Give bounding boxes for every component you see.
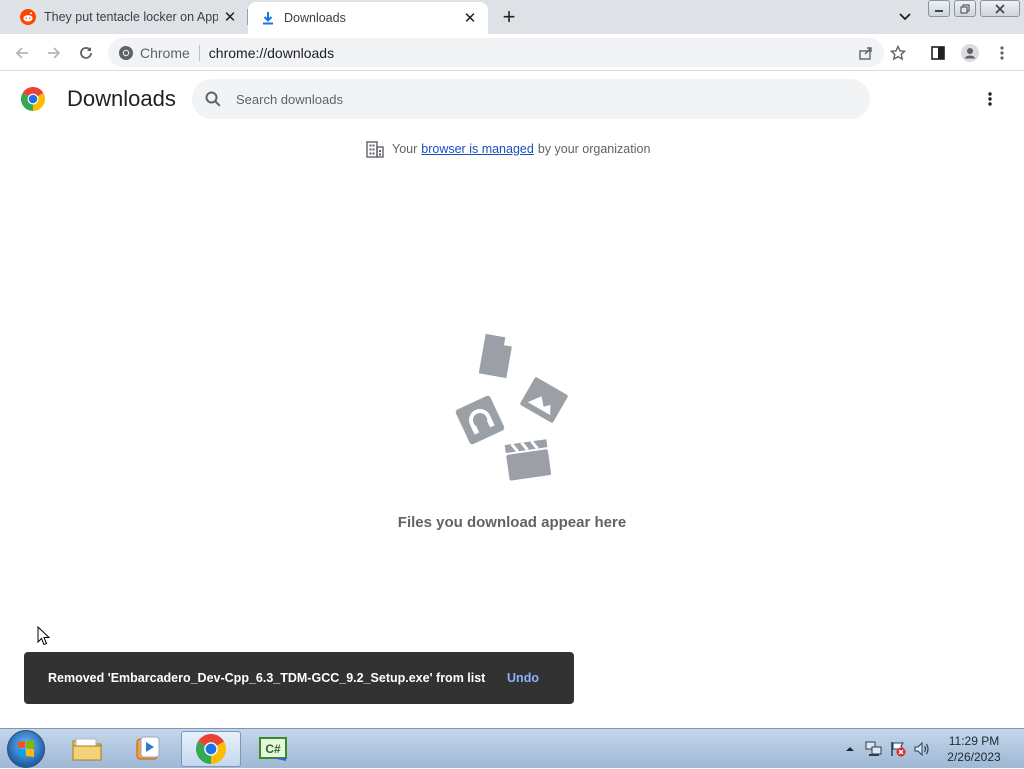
page-title: Downloads: [67, 86, 176, 111]
url-text: chrome://downloads: [208, 44, 335, 61]
network-icon[interactable]: [864, 739, 884, 759]
chrome-menu-icon[interactable]: [988, 39, 1016, 67]
managed-prefix: Your: [392, 142, 418, 156]
chrome-logo-icon: [20, 86, 46, 111]
clock-time: 11:29 PM: [948, 734, 1000, 748]
new-tab-button[interactable]: +: [496, 4, 522, 29]
search-downloads-box[interactable]: [192, 79, 870, 119]
bookmark-star-icon[interactable]: [884, 39, 912, 67]
file-explorer-icon[interactable]: [57, 731, 117, 767]
restore-button[interactable]: [954, 0, 976, 17]
address-bar[interactable]: Chrome chrome://downloads: [108, 38, 884, 67]
action-center-flag-icon[interactable]: [888, 739, 908, 759]
site-label: Chrome: [140, 44, 190, 61]
minimize-button[interactable]: [928, 0, 950, 17]
downloads-menu-icon[interactable]: [978, 87, 1002, 111]
media-player-icon[interactable]: [118, 731, 178, 767]
csharp-ide-icon[interactable]: C#: [243, 731, 303, 767]
empty-state-message: Files you download appear here: [397, 514, 627, 531]
tab-close-icon[interactable]: ✕: [218, 5, 242, 29]
tab-reddit[interactable]: They put tentacle locker on App ✕: [8, 0, 248, 34]
toast-message: Removed 'Embarcadero_Dev-Cpp_6.3_TDM-GCC…: [48, 671, 486, 685]
download-icon: [260, 10, 276, 26]
tab-strip: They put tentacle locker on App ✕ Downlo…: [0, 0, 1024, 34]
close-window-button[interactable]: [980, 0, 1020, 17]
system-tray: [840, 729, 936, 769]
mouse-cursor-icon: [37, 625, 51, 646]
reddit-icon: [20, 9, 36, 25]
start-button[interactable]: [7, 730, 45, 768]
share-icon[interactable]: [852, 39, 880, 67]
side-panel-icon[interactable]: [924, 39, 952, 67]
tab-title: They put tentacle locker on App: [44, 10, 218, 24]
managed-suffix: by your organization: [537, 142, 651, 156]
tab-close-icon[interactable]: ✕: [458, 6, 482, 30]
downloads-header: Downloads: [0, 72, 1024, 126]
undo-button[interactable]: Undo: [492, 671, 554, 685]
system-clock[interactable]: 11:29 PM 2/26/2023: [934, 733, 1014, 765]
volume-icon[interactable]: [912, 739, 932, 759]
removed-toast: Removed 'Embarcadero_Dev-Cpp_6.3_TDM-GCC…: [24, 652, 574, 704]
back-arrow-icon[interactable]: [8, 39, 36, 67]
search-input[interactable]: [236, 79, 856, 119]
tab-title: Downloads: [284, 11, 346, 25]
chrome-site-icon: [118, 45, 134, 61]
forward-arrow-icon[interactable]: [40, 39, 68, 67]
building-icon: [366, 140, 384, 158]
browser-managed-link[interactable]: browser is managed: [421, 142, 534, 156]
browser-toolbar: Chrome chrome://downloads: [0, 34, 1024, 71]
search-icon: [204, 90, 222, 108]
tab-downloads[interactable]: Downloads ✕: [248, 2, 488, 34]
window-controls: [928, 0, 1024, 18]
tab-search-chevron-icon[interactable]: [893, 6, 917, 28]
empty-downloads-illustration: [448, 333, 574, 484]
svg-text:C#: C#: [265, 742, 281, 756]
reload-icon[interactable]: [72, 39, 100, 67]
chrome-taskbar-icon[interactable]: [181, 731, 241, 767]
show-hidden-icons-arrow-icon[interactable]: [840, 739, 860, 759]
windows-taskbar: C# 11:29 PM 2/26/2023: [0, 728, 1024, 768]
clock-date: 2/26/2023: [947, 750, 1001, 764]
omnibox-divider: [198, 44, 200, 61]
managed-notice: Your browser is managed by your organiza…: [366, 140, 650, 158]
profile-avatar-icon[interactable]: [956, 39, 984, 67]
